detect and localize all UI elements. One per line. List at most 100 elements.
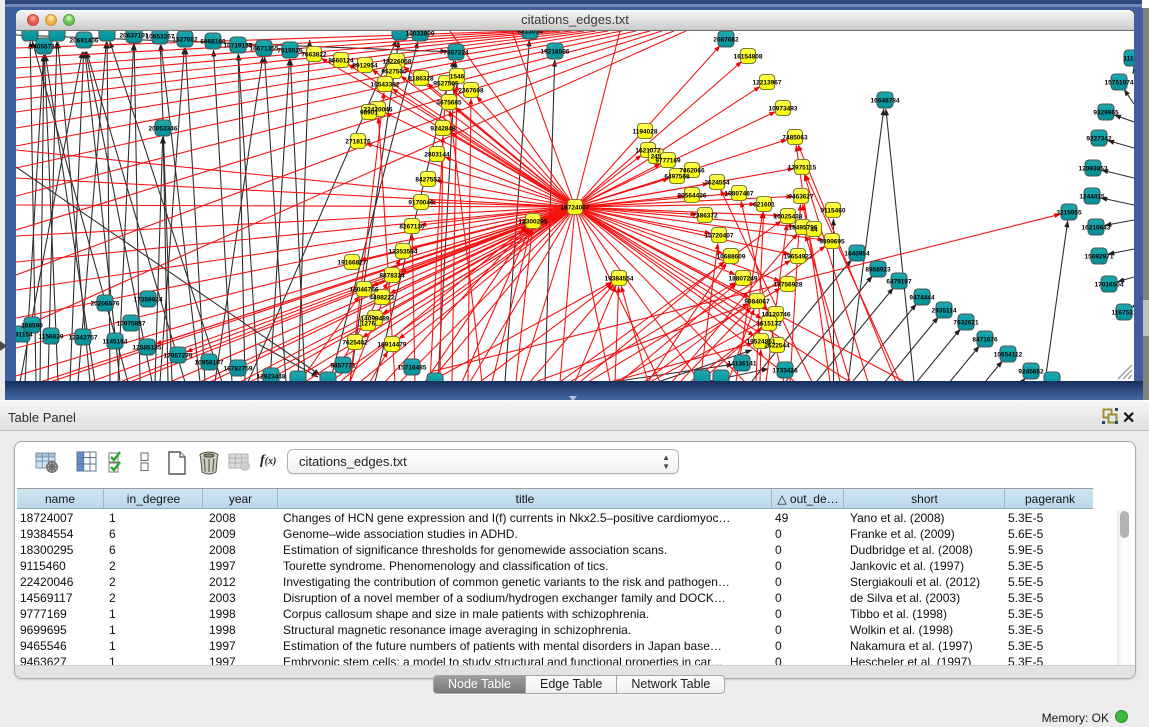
svg-text:621601: 621601 [753, 202, 775, 209]
svg-text:10975887: 10975887 [117, 321, 146, 328]
svg-text:1527602: 1527602 [172, 37, 198, 44]
svg-text:20564436: 20564436 [678, 193, 707, 200]
svg-text:3624554: 3624554 [704, 180, 730, 187]
svg-text:12353594: 12353594 [389, 249, 418, 256]
svg-text:7663822: 7663822 [301, 52, 327, 59]
svg-text:9899695: 9899695 [819, 239, 845, 246]
svg-text:19166827: 19166827 [338, 260, 367, 267]
svg-text:12093853: 12093853 [1079, 166, 1108, 173]
svg-text:9463627: 9463627 [788, 194, 814, 201]
svg-text:16543382: 16543382 [371, 82, 400, 89]
svg-text:1145194: 1145194 [103, 339, 128, 346]
svg-text:18300295: 18300295 [519, 219, 548, 226]
svg-text:8267130: 8267130 [399, 224, 425, 231]
svg-text:16046766: 16046766 [350, 287, 379, 294]
svg-text:12505135: 12505135 [133, 345, 162, 352]
svg-text:20053346: 20053346 [149, 126, 178, 133]
svg-text:9245652: 9245652 [1018, 369, 1044, 376]
svg-text:9329965: 9329965 [1093, 110, 1119, 117]
svg-text:17016504: 17016504 [1095, 282, 1124, 289]
svg-text:10654112: 10654112 [994, 352, 1023, 359]
svg-text:2367608: 2367608 [458, 88, 484, 95]
svg-text:16782759: 16782759 [224, 366, 253, 373]
svg-text:18807249: 18807249 [729, 276, 758, 283]
svg-text:12213967: 12213967 [753, 80, 782, 87]
svg-text:16648784: 16648784 [871, 98, 900, 105]
svg-text:10719155: 10719155 [224, 43, 253, 50]
svg-text:188590: 188590 [21, 323, 43, 330]
svg-text:9474444: 9474444 [909, 295, 935, 302]
svg-text:1276: 1276 [361, 321, 376, 328]
svg-text:8660124: 8660124 [328, 58, 354, 65]
svg-text:1156829: 1156829 [39, 334, 64, 341]
svg-text:7485063: 7485063 [782, 135, 808, 142]
svg-text:2522544: 2522544 [764, 343, 790, 350]
svg-text:7515526: 7515526 [277, 48, 303, 55]
svg-text:3675685: 3675685 [436, 100, 462, 107]
svg-text:19218596: 19218596 [541, 49, 570, 56]
svg-text:9115460: 9115460 [821, 208, 846, 215]
svg-text:9227342: 9227342 [1086, 136, 1112, 143]
svg-text:16914479: 16914479 [378, 342, 407, 349]
svg-text:1194028: 1194028 [633, 129, 658, 136]
svg-text:16120746: 16120746 [762, 312, 791, 319]
svg-text:98901: 98901 [360, 110, 378, 117]
svg-text:13226058: 13226058 [383, 59, 412, 66]
svg-text:12975115: 12975115 [788, 165, 817, 172]
svg-text:8813054: 8813054 [517, 31, 543, 36]
svg-text:8471676: 8471676 [972, 337, 998, 344]
svg-text:20637191: 20637191 [120, 33, 149, 40]
svg-text:12923448: 12923448 [257, 374, 286, 381]
svg-text:9170046: 9170046 [408, 200, 434, 207]
svg-text:2718176: 2718176 [345, 139, 371, 146]
svg-text:1733426: 1733426 [772, 368, 798, 375]
svg-text:10807487: 10807487 [725, 191, 754, 198]
svg-text:10958107: 10958107 [195, 360, 224, 367]
svg-text:8912954: 8912954 [352, 63, 378, 70]
svg-text:8427552: 8427552 [415, 177, 441, 184]
svg-text:44: 44 [810, 227, 818, 234]
svg-text:9457771: 9457771 [330, 363, 356, 370]
svg-text:9084067: 9084067 [744, 299, 770, 306]
svg-text:6966160: 6966160 [200, 39, 226, 46]
svg-text:391154: 391154 [16, 332, 33, 339]
svg-text:16210643: 16210643 [1082, 225, 1111, 232]
svg-text:4498222: 4498222 [369, 295, 395, 302]
svg-text:15716485: 15716485 [398, 365, 427, 372]
svg-text:20691406: 20691406 [70, 38, 99, 45]
svg-text:1640954: 1640954 [844, 251, 870, 258]
svg-text:16033809: 16033809 [406, 31, 435, 38]
svg-text:7386372: 7386372 [692, 213, 718, 220]
svg-text:12342757: 12342757 [69, 335, 98, 342]
svg-text:2803144: 2803144 [424, 152, 450, 159]
svg-text:15751074: 15751074 [1105, 80, 1134, 87]
svg-text:1244415: 1244415 [1079, 194, 1105, 201]
svg-text:2935114: 2935114 [932, 308, 957, 315]
svg-text:8878334: 8878334 [379, 273, 405, 280]
svg-text:7632621: 7632621 [953, 320, 979, 327]
svg-text:16154808: 16154808 [734, 54, 763, 61]
svg-text:11172: 11172 [1123, 56, 1134, 63]
svg-text:2087682: 2087682 [713, 37, 739, 44]
svg-text:6479197: 6479197 [886, 279, 912, 286]
svg-text:7857224: 7857224 [443, 50, 469, 57]
svg-text:17957275: 17957275 [164, 353, 193, 360]
svg-text:1167531: 1167531 [1112, 310, 1134, 317]
svg-text:14136141: 14136141 [728, 361, 757, 368]
svg-text:15720407: 15720407 [705, 233, 734, 240]
svg-text:14055712: 14055712 [30, 44, 59, 51]
svg-text:8186328: 8186328 [408, 76, 434, 83]
svg-text:19384554: 19384554 [605, 276, 634, 283]
svg-text:1615132: 1615132 [756, 321, 782, 328]
svg-text:20206576: 20206576 [91, 301, 120, 308]
svg-text:8958923: 8958923 [865, 267, 891, 274]
svg-text:15692971: 15692971 [1085, 254, 1114, 261]
svg-text:19756928: 19756928 [774, 282, 803, 289]
svg-text:6497568: 6497568 [664, 174, 690, 181]
svg-text:16671355: 16671355 [250, 46, 279, 53]
svg-text:7625402: 7625402 [342, 340, 368, 347]
svg-text:1546: 1546 [450, 74, 465, 81]
svg-text:18724007: 18724007 [561, 205, 590, 212]
svg-text:9242848: 9242848 [430, 126, 456, 133]
svg-text:10025438: 10025438 [774, 214, 803, 221]
